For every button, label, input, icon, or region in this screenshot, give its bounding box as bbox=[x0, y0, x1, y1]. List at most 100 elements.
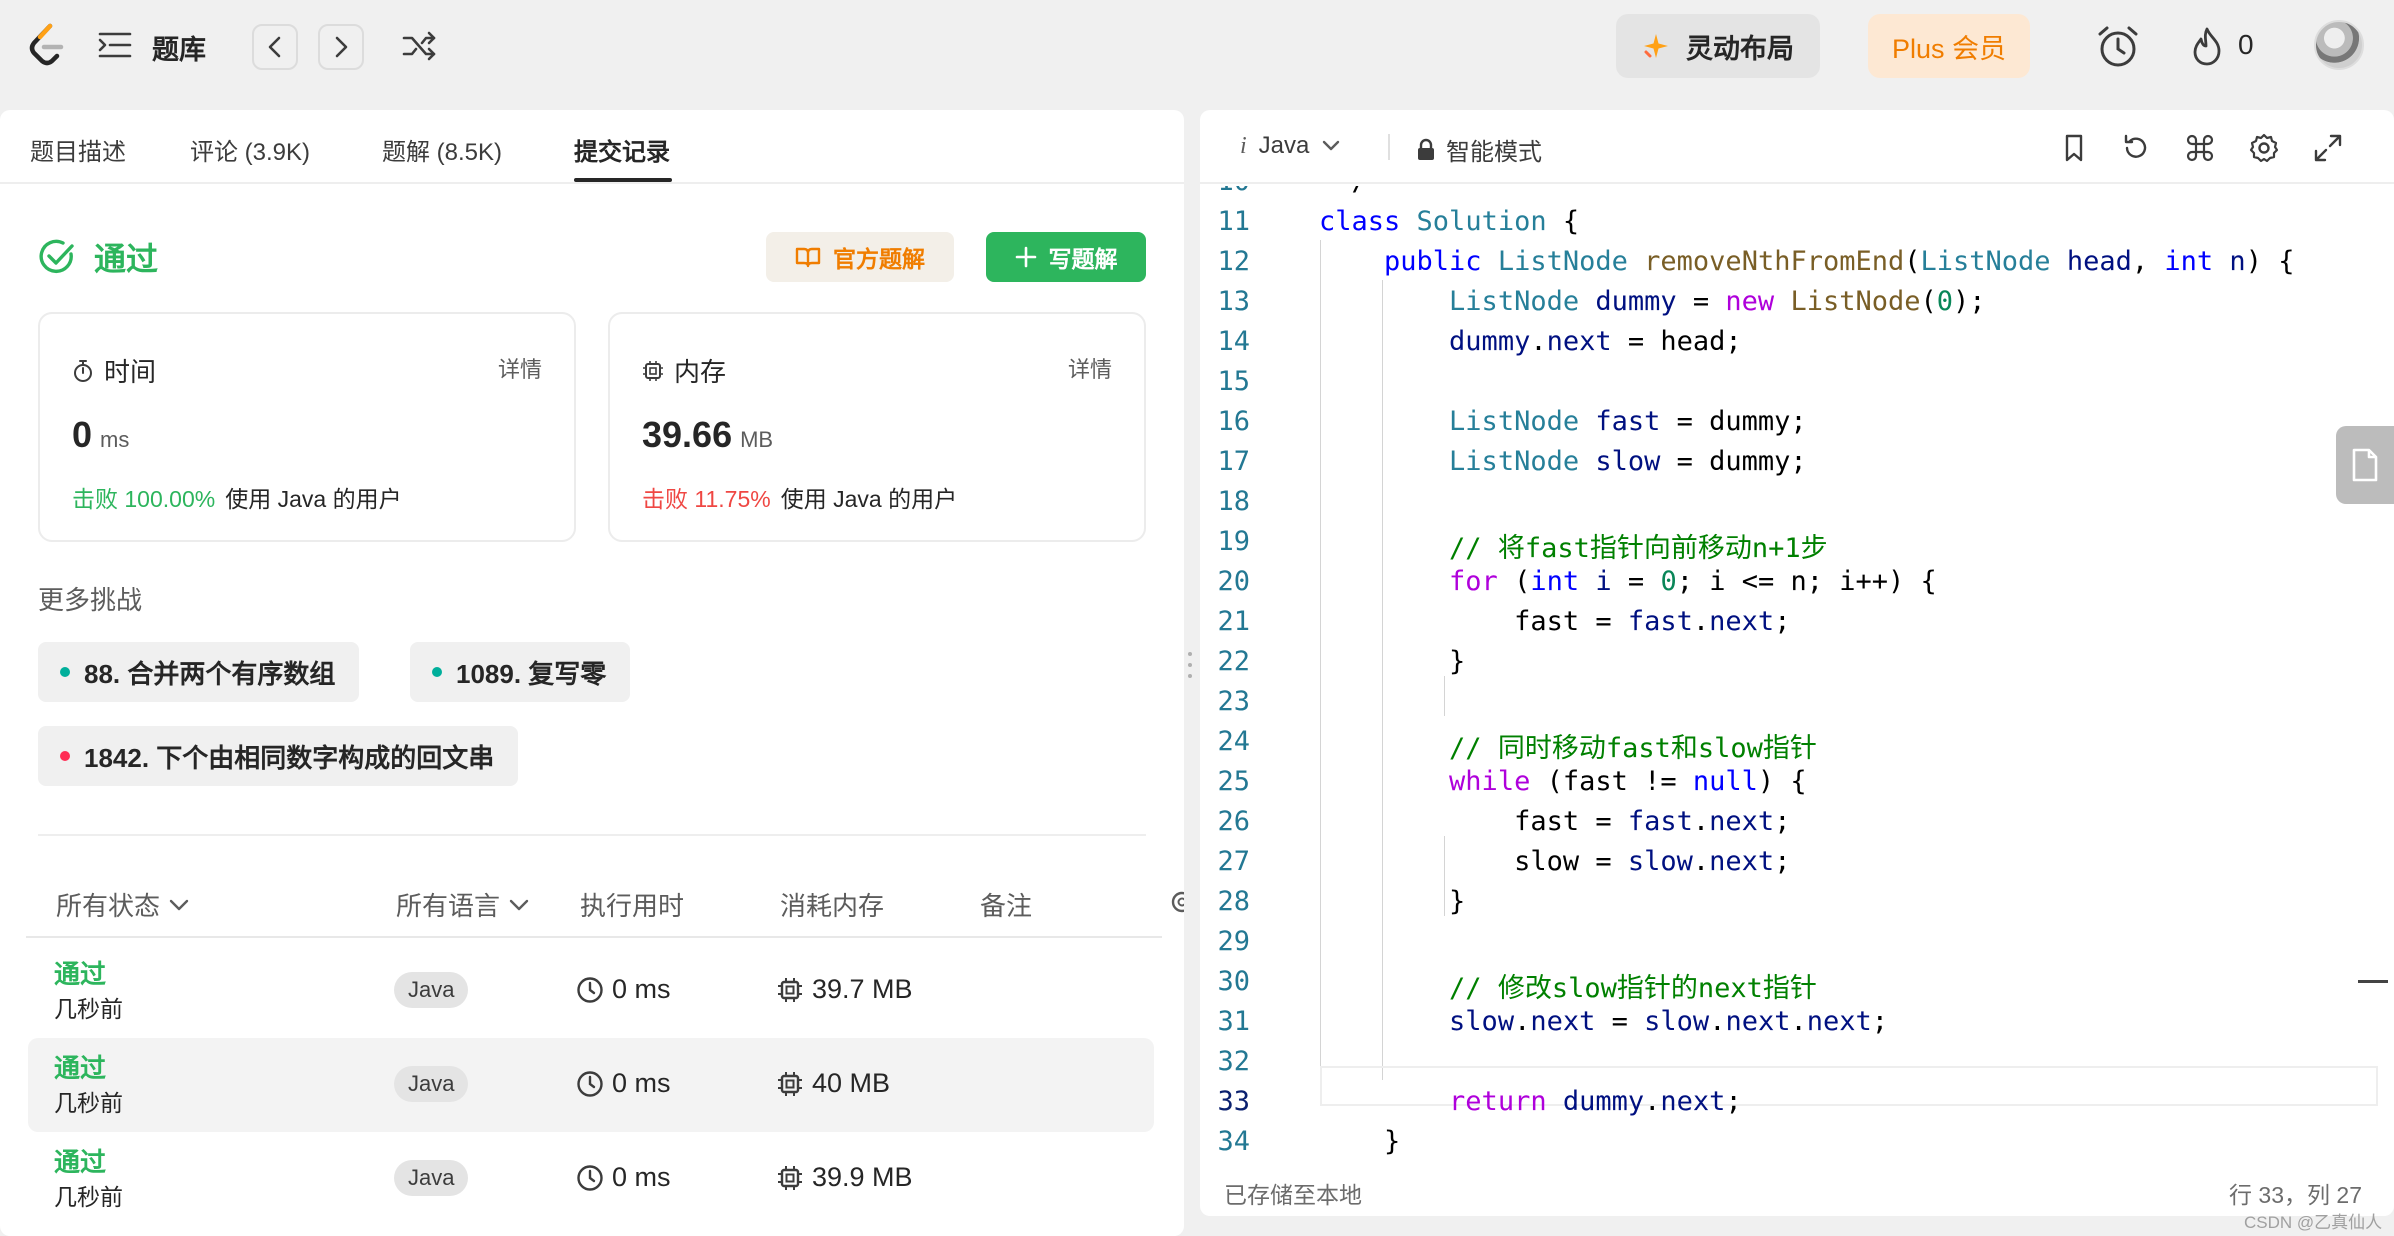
code-line: 28 } bbox=[1200, 880, 2378, 920]
official-solution-label: 官方题解 bbox=[833, 246, 925, 272]
submission-row[interactable]: 通过 几秒前 Java 0 ms 39.7 MB bbox=[28, 944, 1154, 1038]
settings-icon[interactable] bbox=[1168, 888, 1184, 916]
panel-resize-handle[interactable] bbox=[1186, 650, 1194, 680]
easy-dot bbox=[60, 667, 70, 677]
memory-beat: 击败 11.75% 使用 Java 的用户 bbox=[642, 480, 957, 514]
memory-header: 消耗内存 bbox=[780, 891, 885, 921]
line-number: 19 bbox=[1217, 526, 1250, 557]
language-selector-value: Java bbox=[1258, 132, 1310, 159]
smart-mode-toggle[interactable]: 智能模式 bbox=[1416, 132, 1542, 167]
memory-card-header: 内存 bbox=[642, 352, 726, 389]
memory-unit: MB bbox=[740, 427, 774, 452]
challenge-chip[interactable]: 1089. 复写零 bbox=[410, 642, 631, 702]
line-number: 14 bbox=[1217, 326, 1250, 357]
row-runtime-value: 0 ms bbox=[612, 974, 671, 1004]
problem-bank-title[interactable]: 题库 bbox=[152, 28, 206, 67]
write-solution-button[interactable]: 写题解 bbox=[986, 232, 1146, 282]
dynamic-layout-button[interactable]: 灵动布局 bbox=[1616, 14, 1820, 78]
row-runtime-value: 0 ms bbox=[612, 1068, 671, 1098]
write-solution-label: 写题解 bbox=[1048, 246, 1118, 272]
shuffle-icon[interactable] bbox=[400, 30, 440, 62]
tab-description[interactable]: 题目描述 bbox=[30, 132, 126, 167]
line-number: 22 bbox=[1217, 646, 1250, 677]
problem-list-icon[interactable] bbox=[98, 30, 132, 60]
leetcode-logo[interactable] bbox=[26, 22, 68, 68]
challenge-label: 1089. 复写零 bbox=[456, 658, 607, 689]
smart-mode-label: 智能模式 bbox=[1446, 139, 1542, 166]
row-memory-value: 39.7 MB bbox=[812, 974, 913, 1004]
tab-submissions[interactable]: 提交记录 bbox=[574, 132, 670, 167]
chevron-down-icon bbox=[509, 899, 529, 910]
tab-solutions[interactable]: 题解 (8.5K) bbox=[382, 132, 502, 167]
code-line: 25 while (fast != null) { bbox=[1200, 760, 2378, 800]
status-filter[interactable]: 所有状态 bbox=[56, 886, 190, 923]
next-problem-button[interactable] bbox=[318, 24, 364, 70]
watermark: CSDN @乙真仙人 bbox=[2244, 1213, 2383, 1232]
code-line: 32 bbox=[1200, 1040, 2378, 1080]
row-status[interactable]: 通过 bbox=[54, 1142, 106, 1179]
clock-icon bbox=[577, 1164, 603, 1191]
line-number: 31 bbox=[1217, 1006, 1250, 1037]
submission-row[interactable]: 通过 几秒前 Java 0 ms 39.9 MB bbox=[28, 1132, 1154, 1226]
tab-comments[interactable]: 评论 (3.9K) bbox=[190, 132, 310, 167]
settings-icon[interactable] bbox=[2248, 132, 2280, 164]
row-language-badge: Java bbox=[394, 972, 469, 1008]
memory-card[interactable]: 内存 详情 39.66 MB 击败 11.75% 使用 Java 的用户 bbox=[608, 312, 1146, 542]
streak-count: 0 bbox=[2238, 29, 2254, 60]
row-status[interactable]: 通过 bbox=[54, 954, 106, 991]
panel-tabs: 题目描述 评论 (3.9K) 题解 (8.5K) 提交记录 bbox=[0, 110, 1184, 184]
runtime-card[interactable]: 时间 详情 0 ms 击败 100.00% 使用 Java 的用户 bbox=[38, 312, 576, 542]
user-avatar[interactable] bbox=[2314, 20, 2364, 70]
section-divider bbox=[38, 834, 1146, 836]
line-number: 27 bbox=[1217, 846, 1250, 877]
prev-problem-button[interactable] bbox=[252, 24, 298, 70]
code-line: 18 bbox=[1200, 480, 2378, 520]
note-header: 备注 bbox=[980, 891, 1033, 921]
chip-icon bbox=[643, 360, 663, 381]
result-status-text: 通过 bbox=[94, 241, 159, 277]
line-number: 24 bbox=[1217, 726, 1250, 757]
alarm-clock-icon[interactable] bbox=[2096, 24, 2140, 70]
stopwatch-icon bbox=[74, 359, 92, 382]
runtime-header: 执行用时 bbox=[580, 891, 685, 921]
memory-detail-link[interactable]: 详情 bbox=[1068, 352, 1112, 384]
line-number: 25 bbox=[1217, 766, 1250, 797]
reset-icon[interactable] bbox=[2120, 132, 2152, 164]
challenge-chip[interactable]: 1842. 下个由相同数字构成的回文串 bbox=[38, 726, 519, 786]
line-number: 23 bbox=[1217, 686, 1250, 717]
official-solution-button[interactable]: 官方题解 bbox=[766, 232, 954, 282]
challenge-chip[interactable]: 88. 合并两个有序数组 bbox=[38, 642, 360, 702]
language-selector[interactable]: i Java bbox=[1240, 132, 1341, 160]
line-number: 13 bbox=[1217, 286, 1250, 317]
fire-streak-icon[interactable] bbox=[2190, 26, 2224, 66]
runtime-unit: ms bbox=[100, 427, 130, 452]
row-runtime: 0 ms bbox=[576, 1068, 671, 1099]
challenge-label: 88. 合并两个有序数组 bbox=[84, 658, 336, 689]
row-submitted-at: 几秒前 bbox=[54, 1090, 123, 1116]
sparkle-icon bbox=[1644, 34, 1668, 58]
chevron-down-icon bbox=[169, 899, 189, 910]
top-navbar: 题库 灵动布局 Plus 会员 0 bbox=[0, 0, 2394, 94]
code-line: 15 bbox=[1200, 360, 2378, 400]
row-memory: 39.9 MB bbox=[776, 1162, 913, 1193]
chevron-down-icon bbox=[1323, 140, 1340, 151]
clock-icon bbox=[577, 976, 603, 1003]
runtime-detail-link[interactable]: 详情 bbox=[498, 352, 542, 384]
info-icon: i bbox=[1240, 132, 1247, 159]
submission-row[interactable]: 通过 几秒前 Java 0 ms 40 MB bbox=[28, 1038, 1154, 1132]
code-editor[interactable]: 10 */ 11class Solution { 12 public ListN… bbox=[1200, 186, 2378, 1166]
plus-member-button[interactable]: Plus 会员 bbox=[1868, 14, 2030, 78]
row-status[interactable]: 通过 bbox=[54, 1048, 106, 1085]
lock-icon bbox=[1418, 138, 1434, 160]
document-icon bbox=[2352, 448, 2378, 482]
runtime-beat-percent: 击败 100.00% bbox=[72, 486, 216, 512]
line-number: 18 bbox=[1217, 486, 1250, 517]
code-line: 33 return dummy.next; bbox=[1200, 1080, 2378, 1120]
command-icon[interactable] bbox=[2184, 132, 2216, 164]
line-number: 16 bbox=[1217, 406, 1250, 437]
bookmark-icon[interactable] bbox=[2058, 132, 2090, 164]
row-submitted-at: 几秒前 bbox=[54, 1184, 123, 1210]
language-filter[interactable]: 所有语言 bbox=[396, 886, 530, 923]
fullscreen-icon[interactable] bbox=[2312, 132, 2344, 164]
notes-side-tab[interactable] bbox=[2336, 426, 2394, 504]
